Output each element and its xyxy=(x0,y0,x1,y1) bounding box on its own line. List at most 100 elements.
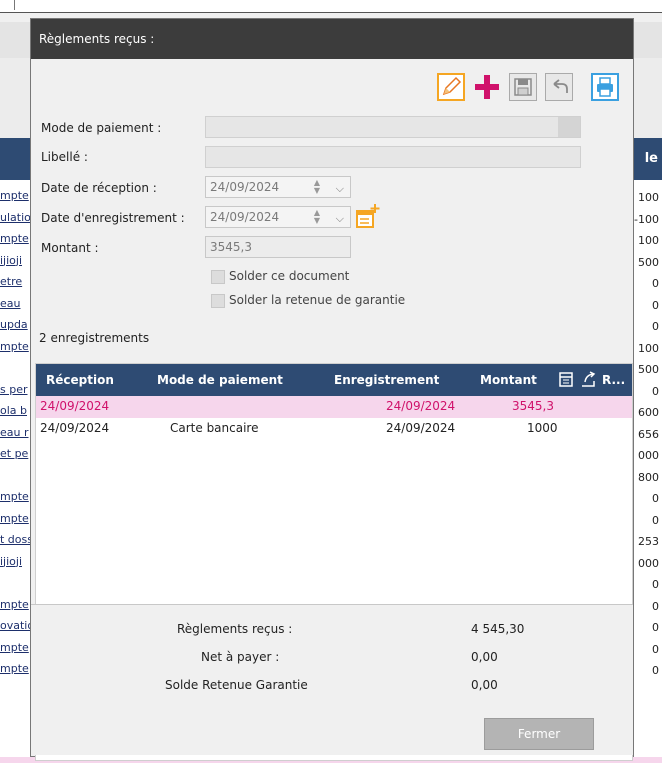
background-value: 2 000 xyxy=(632,556,659,570)
background-link[interactable]: ola b xyxy=(0,403,27,419)
background-link[interactable]: mpte xyxy=(0,661,29,677)
spin-icon[interactable]: ▲ ▼ xyxy=(314,179,320,195)
background-value: 0 656 xyxy=(632,427,659,441)
background-value: 600 xyxy=(638,406,659,419)
background-tick xyxy=(14,0,15,10)
background-link[interactable]: mpte xyxy=(0,511,29,527)
undo-button[interactable] xyxy=(545,73,573,101)
solder-garantie-label: Solder la retenue de garantie xyxy=(229,293,406,307)
net-a-payer-value: 0,00 xyxy=(471,650,498,664)
chevron-down-icon[interactable]: ⌵ xyxy=(336,179,344,199)
chevron-down-icon[interactable]: ⌵ xyxy=(336,209,344,229)
background-link[interactable]: mpte xyxy=(0,597,29,613)
background-link[interactable]: ijioji xyxy=(0,554,22,570)
background-value: 0 xyxy=(652,298,659,312)
plus-icon xyxy=(475,75,499,99)
row-reception: 24/09/2024 xyxy=(40,399,110,413)
add-button[interactable] xyxy=(473,73,501,101)
column-enregistrement[interactable]: Enregistrement xyxy=(334,373,439,387)
reglements-recus-label: Règlements reçus : xyxy=(177,622,293,636)
row-montant: 3545,3 xyxy=(512,399,554,413)
libelle-label: Libellé : xyxy=(41,150,88,164)
enregistrement-date-field[interactable]: 24/09/2024 ▲ ▼ ⌵ xyxy=(205,206,351,228)
calendar-add-button[interactable] xyxy=(355,203,381,231)
montant-label: Montant : xyxy=(41,241,99,255)
solder-document-label: Solder ce document xyxy=(229,269,350,283)
background-link[interactable]: etre xyxy=(0,274,22,290)
background-value: 500 xyxy=(638,363,659,376)
export-icon xyxy=(582,371,596,387)
background-link[interactable]: mpte xyxy=(0,640,29,656)
record-count: 2 enregistrements xyxy=(39,331,150,345)
background-value: 0 xyxy=(652,492,659,505)
background-link[interactable]: t doss xyxy=(0,532,30,548)
background-link[interactable]: ijioji xyxy=(0,253,22,269)
background-value: -100 xyxy=(634,212,659,226)
table-row[interactable]: 24/09/2024 Carte bancaire 24/09/2024 100… xyxy=(36,418,632,440)
spin-icon[interactable]: ▲ ▼ xyxy=(314,209,320,225)
edit-button[interactable] xyxy=(437,73,465,101)
montant-value: 3545,3 xyxy=(210,240,252,254)
background-value: 100 xyxy=(638,191,659,204)
print-icon xyxy=(597,77,613,97)
print-button[interactable] xyxy=(591,73,619,101)
column-reception[interactable]: Réception xyxy=(46,373,114,387)
column-r[interactable]: R... xyxy=(602,373,625,387)
export-column-icon[interactable] xyxy=(580,370,598,391)
row-montant: 1000 xyxy=(527,421,558,435)
background-link[interactable]: mpte xyxy=(0,231,29,247)
background-link[interactable]: eau r xyxy=(0,425,29,441)
reception-label: Date de réception : xyxy=(41,181,157,195)
background-value: 0 xyxy=(652,578,659,591)
background-link[interactable]: mpte xyxy=(0,188,29,204)
background-link[interactable]: mpte xyxy=(0,489,29,505)
calendar-column-icon[interactable] xyxy=(558,370,574,391)
background-value: 0 xyxy=(652,513,659,527)
save-icon xyxy=(514,78,532,96)
libelle-input[interactable] xyxy=(205,146,581,168)
row-enregistrement: 24/09/2024 xyxy=(386,399,456,413)
table-header: Réception Mode de paiement Enregistremen… xyxy=(36,364,632,396)
background-value: 0 xyxy=(652,664,659,677)
background-value: 800 xyxy=(638,470,659,484)
row-enregistrement: 24/09/2024 xyxy=(386,421,456,435)
montant-input[interactable]: 3545,3 xyxy=(205,236,351,258)
background-value: 2 253 xyxy=(632,535,659,548)
solde-retenue-label: Solde Retenue Garantie xyxy=(165,678,308,692)
row-mode: Carte bancaire xyxy=(170,421,259,435)
solder-garantie-checkbox[interactable] xyxy=(211,294,225,308)
mode-paiement-select[interactable] xyxy=(205,116,581,138)
column-mode-paiement[interactable]: Mode de paiement xyxy=(157,373,283,387)
background-link[interactable]: upda xyxy=(0,317,28,333)
column-montant[interactable]: Montant xyxy=(480,373,537,387)
background-value: 8 000 xyxy=(632,449,659,462)
background-value: 500 xyxy=(638,255,659,269)
background-link[interactable]: mpte xyxy=(0,339,29,355)
dialog-title: Règlements reçus : xyxy=(39,32,155,46)
background-link[interactable]: ulatio xyxy=(0,210,30,226)
background-value: 0 xyxy=(652,277,659,290)
solder-document-checkbox[interactable] xyxy=(211,270,225,284)
close-button[interactable]: Fermer xyxy=(484,718,594,750)
calendar-icon xyxy=(559,372,573,387)
reception-date-value: 24/09/2024 xyxy=(210,180,280,194)
background-link[interactable]: eau xyxy=(0,296,20,312)
dialog-titlebar: Règlements reçus : xyxy=(31,19,633,59)
reglements-dialog: Règlements reçus : Mode de paiement: Li… xyxy=(30,18,634,761)
background-value: 100 xyxy=(638,234,659,247)
enregistrement-date-value: 24/09/2024 xyxy=(210,210,280,224)
undo-icon xyxy=(553,79,568,93)
pencil-icon xyxy=(442,76,462,96)
background-header-label: le xyxy=(644,151,658,166)
select-dropdown-button[interactable] xyxy=(558,117,580,137)
background-link[interactable]: et pe xyxy=(0,446,28,462)
background-value: 0 xyxy=(652,642,659,656)
background-value: 0 xyxy=(652,320,659,333)
save-button[interactable] xyxy=(509,73,537,101)
background-link[interactable]: ovatio xyxy=(0,618,30,634)
calendar-add-icon xyxy=(356,204,380,228)
background-link[interactable]: s per xyxy=(0,382,28,398)
table-row[interactable]: 24/09/2024 24/09/2024 3545,3 xyxy=(36,396,632,418)
background-top-bar xyxy=(0,0,662,13)
reception-date-field[interactable]: 24/09/2024 ▲ ▼ ⌵ xyxy=(205,176,351,198)
